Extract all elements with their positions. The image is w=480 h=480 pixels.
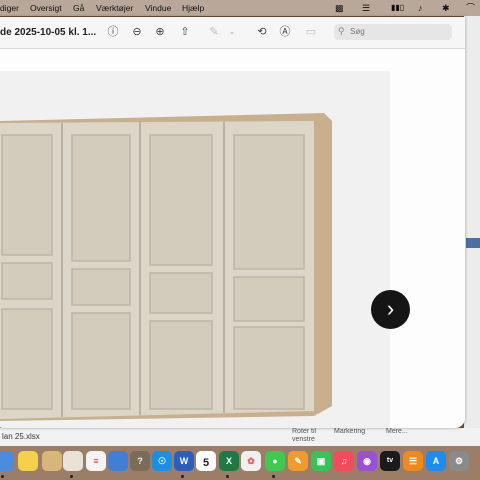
dock-pages-icon[interactable]: ✎ [288, 451, 308, 471]
dock-help-icon[interactable]: ? [130, 451, 150, 471]
menu-view[interactable]: Oversigt [30, 3, 62, 13]
dock-music-icon[interactable]: ♫ [334, 451, 354, 471]
dock-safari-icon[interactable]: ☉ [152, 451, 172, 471]
chevron-right-icon: › [386, 296, 395, 321]
screen-mirror-icon[interactable]: ▩ [335, 3, 344, 13]
dock-messages-icon[interactable]: ● [265, 451, 285, 471]
rotate-icon[interactable]: ⟲ [255, 25, 269, 39]
background-selection-bar [466, 238, 480, 248]
menu-window[interactable]: Vindue [145, 3, 171, 13]
dock-running-dot [70, 475, 73, 478]
dock-facetime-icon[interactable]: ▣ [311, 451, 331, 471]
dock-notes-icon[interactable] [18, 451, 38, 471]
zoom-in-icon[interactable]: ⊕ [153, 25, 167, 39]
dock-running-dot [226, 475, 229, 478]
search-field[interactable]: ⚲ [334, 24, 452, 40]
dock-chrome-icon[interactable] [0, 451, 14, 471]
battery-icon[interactable]: ▮▮▯ [391, 3, 404, 13]
door-3-panel-bottom [149, 320, 213, 410]
search-icon: ⚲ [338, 26, 345, 36]
background-file-label: lan 25.xlsx [2, 432, 40, 441]
toolbar: de 2025-10-05 kl. 1... ⓘ ⊖ ⊕ ⇧ ✎ ⌄ ⟲ Ⓐ ▭… [0, 17, 465, 49]
product-image [0, 71, 390, 428]
next-image-button[interactable]: › [371, 290, 410, 329]
control-icon[interactable]: ☰ [362, 3, 370, 13]
door-2-panel-mid [71, 268, 131, 306]
dock-running-dot [272, 475, 275, 478]
dock-books-icon[interactable]: ☰ [403, 451, 423, 471]
markup-action[interactable]: Markering [334, 428, 365, 435]
door-2-panel-top [71, 134, 131, 262]
door-1-panel-bottom [1, 308, 53, 410]
dock-running-dot [181, 475, 184, 478]
volume-icon[interactable]: ♪ [418, 3, 423, 13]
dock-podcasts-icon[interactable]: ◉ [357, 451, 377, 471]
markup-icon[interactable]: Ⓐ [278, 25, 292, 39]
markup-pen-icon[interactable]: ✎ [207, 25, 221, 39]
wifi-icon[interactable]: ⌒ [466, 3, 475, 13]
background-window [464, 16, 480, 436]
door-4-panel-top [233, 134, 305, 270]
preview-window: de 2025-10-05 kl. 1... ⓘ ⊖ ⊕ ⇧ ✎ ⌄ ⟲ Ⓐ ▭… [0, 17, 465, 428]
wardrobe-image [0, 113, 332, 421]
window-title: de 2025-10-05 kl. 1... [0, 27, 97, 38]
menubar: diger Oversigt Gå Værktøjer Vindue Hjælp… [0, 0, 480, 16]
door-4-panel-mid [233, 276, 305, 322]
menu-go[interactable]: Gå [73, 3, 84, 13]
rotate-left-action[interactable]: Roter til venstre [292, 428, 328, 444]
menu-tools[interactable]: Værktøjer [96, 3, 133, 13]
zoom-out-icon[interactable]: ⊖ [130, 25, 144, 39]
dock-photos-app-icon[interactable]: ✿ [241, 451, 261, 471]
door-1-panel-top [1, 134, 53, 256]
dock-system-settings-icon[interactable]: ⚙ [449, 451, 469, 471]
dock-finder-icon[interactable] [42, 451, 62, 471]
door-2-panel-bottom [71, 312, 131, 410]
search-input[interactable] [350, 26, 445, 37]
dock-excel-icon[interactable]: X [219, 451, 239, 471]
calendar-day: 5 [202, 457, 210, 469]
menu-help[interactable]: Hjælp [182, 3, 204, 13]
dock-word-icon[interactable]: W [174, 451, 194, 471]
door-4-panel-bottom [233, 326, 305, 410]
more-action[interactable]: Mere... [386, 428, 408, 435]
image-viewer: › [0, 49, 465, 428]
door-1-panel-mid [1, 262, 53, 300]
dock-app-store-icon[interactable]: A [426, 451, 446, 471]
menu-edit[interactable]: diger [0, 3, 19, 13]
dock-apple-tv-icon[interactable]: tv [380, 451, 400, 471]
share-icon[interactable]: ⇧ [178, 25, 192, 39]
dock: ≡ ? ☉ W 5 X ✿ ● ✎ ▣ ♫ ◉ tv ☰ A ⚙ [0, 446, 480, 480]
info-icon[interactable]: ⓘ [106, 25, 120, 39]
dock-reminders-icon[interactable]: ≡ [86, 451, 106, 471]
background-bottom-strip: lan 25.xlsx Roter til venstre Markering … [0, 428, 480, 446]
dock-photos-icon[interactable] [63, 451, 83, 471]
dock-running-dot [1, 475, 4, 478]
door-3-panel-top [149, 134, 213, 266]
door-3-panel-mid [149, 272, 213, 314]
chevron-down-icon[interactable]: ⌄ [225, 25, 239, 39]
bluetooth-icon[interactable]: ✱ [442, 3, 450, 13]
annotate-icon[interactable]: ▭ [304, 25, 318, 39]
dock-calendar-icon[interactable]: 5 [196, 451, 216, 471]
dock-keynote-icon[interactable] [108, 451, 128, 471]
